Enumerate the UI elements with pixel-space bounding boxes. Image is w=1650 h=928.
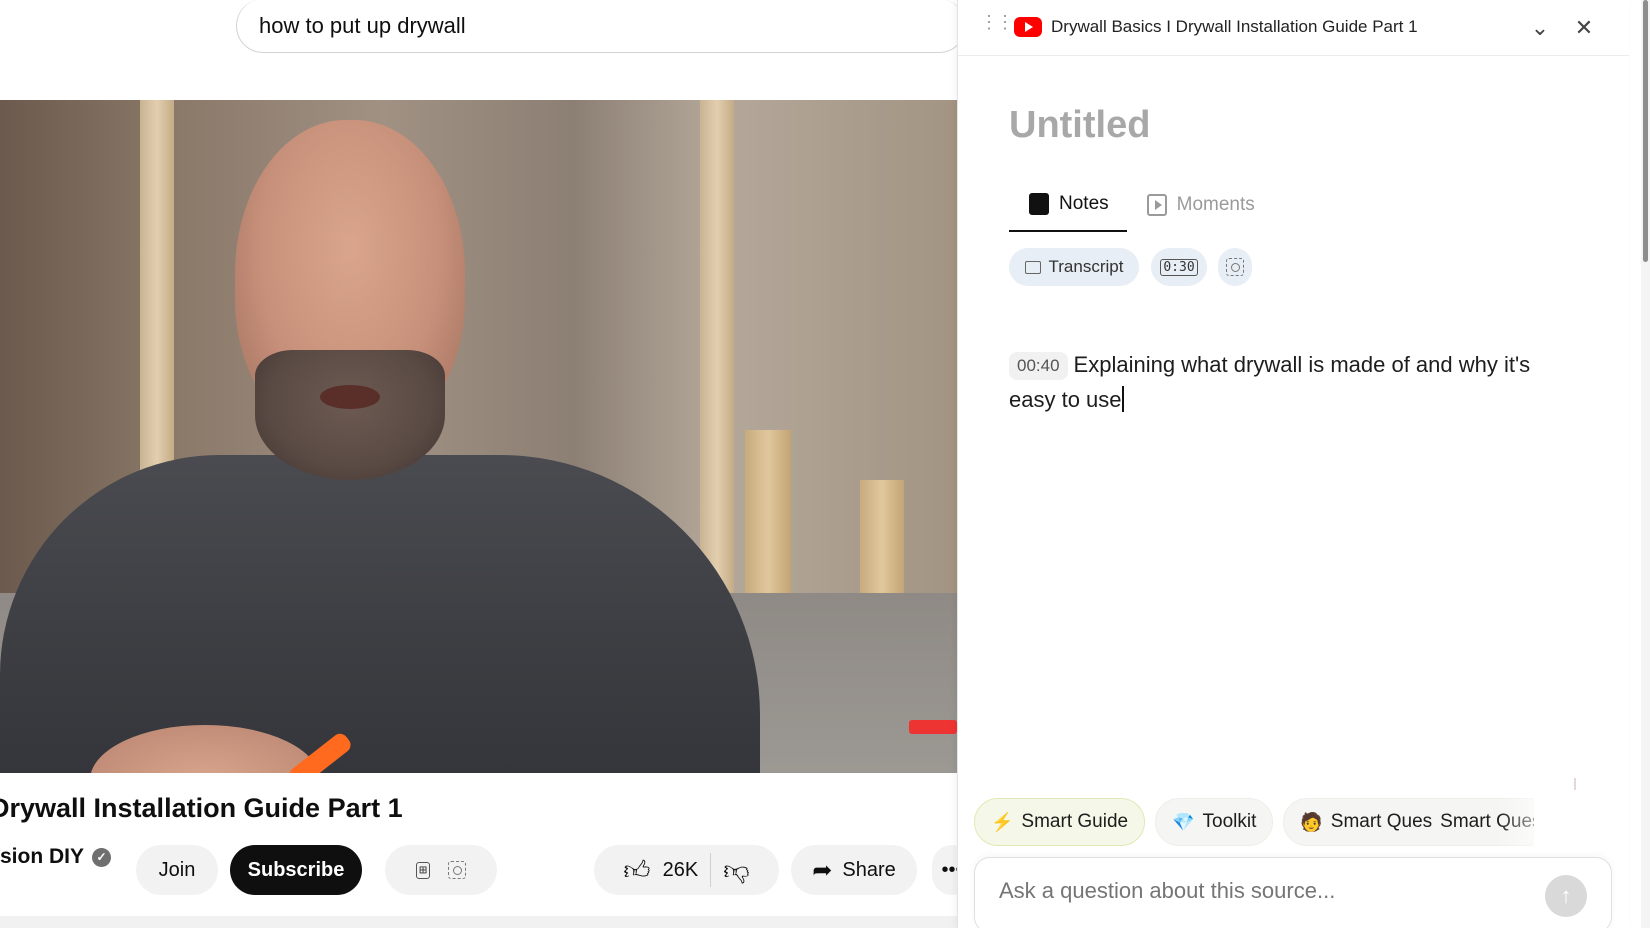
share-label: Share bbox=[842, 858, 896, 881]
page-footer-strip bbox=[0, 916, 957, 928]
toolkit-button[interactable]: 💎 Toolkit bbox=[1155, 798, 1274, 846]
suggestion-row: ⚡ Smart Guide 💎 Toolkit 🧑 Smart Ques Sma… bbox=[974, 798, 1534, 846]
text-cursor bbox=[1121, 386, 1124, 412]
tab-notes[interactable]: Notes bbox=[1009, 178, 1127, 232]
screenshot-button[interactable] bbox=[1218, 248, 1252, 286]
suggestion-label: Smart Guide bbox=[1021, 811, 1129, 832]
transcript-icon bbox=[1024, 260, 1041, 274]
screenshot-icon[interactable] bbox=[447, 861, 466, 879]
presenter-body bbox=[0, 455, 760, 773]
drag-handle-icon[interactable]: ⋮⋮ bbox=[980, 13, 1014, 31]
note-title[interactable]: Untitled bbox=[1009, 104, 1150, 147]
tab-bar: Notes Moments bbox=[1009, 178, 1273, 232]
share-button[interactable]: ➦ Share bbox=[791, 845, 917, 895]
screenshot-icon bbox=[1226, 258, 1244, 276]
insert-timestamp-button[interactable]: 0:30 bbox=[1151, 248, 1207, 286]
presenter-beard bbox=[255, 350, 445, 480]
suggestion-label: Toolkit bbox=[1202, 811, 1257, 832]
youtube-logo-icon bbox=[1014, 17, 1042, 37]
tab-label: Notes bbox=[1059, 193, 1109, 214]
subscribe-button[interactable]: Subscribe bbox=[230, 845, 362, 895]
transcript-label: Transcript bbox=[1048, 257, 1124, 276]
scroll-fade bbox=[1498, 790, 1588, 860]
join-button[interactable]: Join bbox=[136, 845, 218, 895]
subscribe-watermark[interactable] bbox=[909, 720, 957, 734]
suggestion-label: Smart Ques bbox=[1330, 811, 1433, 832]
notebook-icon bbox=[1029, 193, 1049, 215]
play-icon bbox=[1146, 194, 1167, 216]
timestamp-icon[interactable]: ⊞ bbox=[416, 861, 430, 879]
panel-header: ⋮⋮ Drywall Basics I Drywall Installation… bbox=[958, 0, 1629, 56]
divider bbox=[710, 853, 712, 887]
scrollbar-thumb[interactable] bbox=[1643, 0, 1648, 262]
screen: how to put up drywall Drywall Installati… bbox=[0, 0, 1650, 928]
channel-label: sion DIY bbox=[0, 845, 85, 868]
ask-input[interactable] bbox=[999, 878, 1519, 904]
transcript-button[interactable]: Transcript bbox=[1009, 248, 1139, 286]
ask-box[interactable]: ↑ bbox=[974, 857, 1612, 928]
thumbs-up-icon[interactable]: 👍︎ bbox=[623, 855, 650, 886]
channel-name[interactable]: sion DIY ✓ bbox=[0, 845, 112, 869]
smart-guide-button[interactable]: ⚡ Smart Guide bbox=[974, 798, 1146, 846]
thumbs-down-icon[interactable]: 👎︎ bbox=[723, 855, 749, 886]
page-scrollbar[interactable] bbox=[1641, 0, 1650, 928]
note-editor[interactable]: 00:40 Explaining what drywall is made of … bbox=[1009, 347, 1569, 417]
source-title: Drywall Basics I Drywall Installation Gu… bbox=[1051, 17, 1418, 36]
smart-questions-button[interactable]: 🧑 Smart Ques Smart Ques bbox=[1283, 798, 1534, 846]
like-dislike-group: 👍︎ 26K 👎︎ bbox=[594, 845, 779, 895]
timestamp-badge[interactable]: 00:40 bbox=[1009, 352, 1068, 380]
like-count[interactable]: 26K bbox=[663, 859, 699, 882]
search-input[interactable]: how to put up drywall bbox=[236, 0, 966, 53]
chevron-down-icon[interactable]: ⌄ bbox=[1524, 12, 1556, 44]
verified-icon: ✓ bbox=[92, 847, 112, 867]
search-query: how to put up drywall bbox=[259, 12, 466, 38]
presenter-mouth bbox=[320, 385, 380, 409]
video-title: Drywall Installation Guide Part 1 bbox=[0, 793, 403, 823]
tab-label: Moments bbox=[1176, 194, 1255, 215]
note-text: Explaining what drywall is made of and w… bbox=[1009, 352, 1531, 412]
video-player[interactable] bbox=[0, 100, 957, 773]
send-arrow-icon[interactable]: ↑ bbox=[1545, 875, 1587, 917]
gem-icon: 💎 bbox=[1172, 811, 1195, 832]
close-icon[interactable]: ✕ bbox=[1568, 12, 1600, 44]
lightning-icon: ⚡ bbox=[991, 811, 1014, 832]
tab-moments[interactable]: Moments bbox=[1127, 178, 1273, 232]
notes-panel: ⋮⋮ Drywall Basics I Drywall Installation… bbox=[957, 0, 1629, 928]
timestamp-icon: 0:30 bbox=[1160, 258, 1198, 276]
person-icon: 🧑 bbox=[1300, 811, 1323, 832]
note-tools-pill: ⊞ bbox=[385, 845, 497, 895]
share-icon: ➦ bbox=[812, 856, 833, 884]
